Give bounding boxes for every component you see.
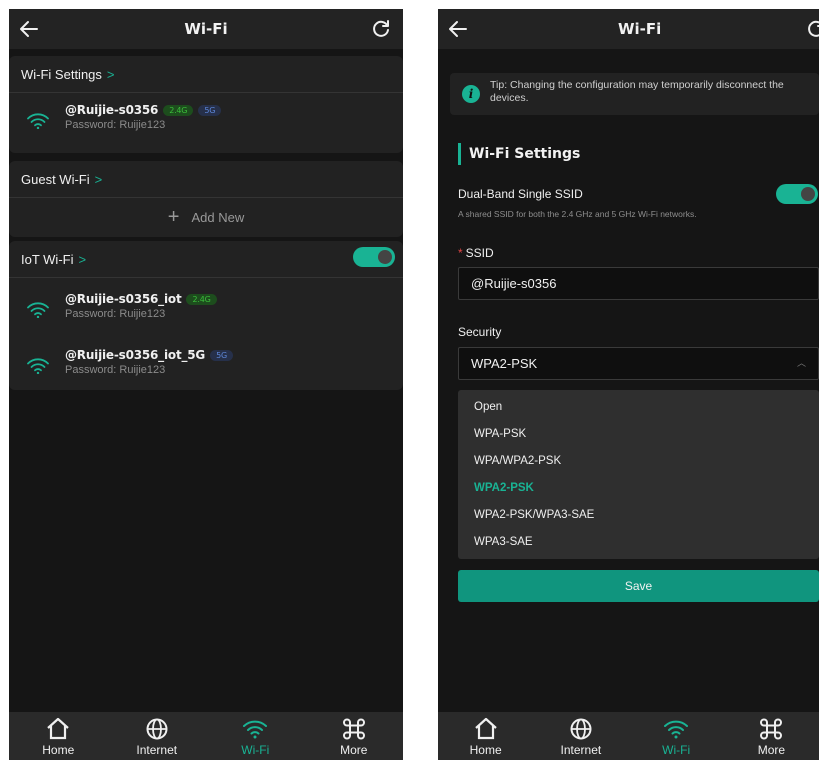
tab-label: Home [469, 743, 502, 757]
info-icon: i [462, 85, 480, 103]
wifi-settings-title: Wi-Fi Settings [21, 66, 102, 82]
tab-home[interactable]: Home [438, 712, 533, 760]
dual-band-toggle[interactable] [776, 184, 818, 204]
tab-more[interactable]: More [305, 712, 404, 760]
ssid-name: @Ruijie-s0356 2.4G 5G [65, 103, 222, 117]
section-title: Wi-Fi Settings [458, 143, 580, 165]
security-option-wpa-psk[interactable]: WPA-PSK [458, 421, 819, 448]
bottom-tab-bar: Home Internet Wi-Fi More [438, 712, 819, 760]
wifi-icon [664, 720, 689, 739]
iot-wifi-link[interactable]: IoT Wi-Fi > [9, 241, 403, 277]
toggle-knob [801, 187, 815, 201]
tab-wifi[interactable]: Wi-Fi [629, 712, 724, 760]
badge-2-4g: 2.4G [186, 294, 217, 305]
page-title: Wi-Fi [184, 20, 228, 38]
ssid-password: Password: Ruijie123 [65, 364, 166, 376]
tip-banner: i Tip: Changing the configuration may te… [450, 73, 819, 115]
chevron-up-icon: ︿ [796, 358, 806, 368]
ssid-password: Password: Ruijie123 [65, 119, 166, 131]
bottom-tab-bar: Home Internet Wi-Fi More [9, 712, 403, 760]
wifi-settings-screen: Wi-Fi i Tip: Changing the configuration … [438, 9, 819, 760]
guest-wifi-card: Guest Wi-Fi > + Add New [9, 161, 403, 237]
ssid-row-iot-5g[interactable]: @Ruijie-s0356_iot_5G 5G Password: Ruijie1… [9, 338, 403, 384]
globe-icon [146, 718, 168, 740]
tab-label: Wi-Fi [662, 743, 691, 757]
toggle-knob [378, 250, 392, 264]
security-dropdown: Open WPA-PSK WPA/WPA2-PSK WPA2-PSK WPA2-… [458, 390, 819, 559]
ssid-name: @Ruijie-s0356_iot_5G 5G [65, 348, 233, 362]
page-title: Wi-Fi [618, 20, 662, 38]
top-bar: Wi-Fi [9, 9, 403, 49]
wifi-icon [243, 720, 268, 739]
security-option-wpa-wpa2-psk[interactable]: WPA/WPA2-PSK [458, 448, 819, 475]
badge-5g: 5G [198, 105, 222, 116]
tab-wifi[interactable]: Wi-Fi [206, 712, 305, 760]
ssid-label: * SSID [458, 246, 494, 260]
tab-label: More [757, 743, 786, 757]
refresh-icon[interactable] [369, 17, 393, 41]
tab-internet[interactable]: Internet [108, 712, 207, 760]
chevron-right-icon: > [94, 171, 103, 187]
ssid-input[interactable]: @Ruijie-s0356 [458, 267, 819, 300]
security-select[interactable]: WPA2-PSK ︿ [458, 347, 819, 380]
wifi-settings-link[interactable]: Wi-Fi Settings > [9, 56, 403, 92]
dual-band-description: A shared SSID for both the 2.4 GHz and 5… [458, 209, 697, 219]
security-option-open[interactable]: Open [458, 394, 819, 421]
tab-internet[interactable]: Internet [533, 712, 628, 760]
security-option-wpa2-wpa3[interactable]: WPA2-PSK/WPA3-SAE [458, 502, 819, 529]
iot-wifi-card: IoT Wi-Fi > @Ruijie-s0356_iot 2.4G Passwo… [9, 241, 403, 390]
ssid-password: Password: Ruijie123 [65, 308, 166, 320]
ssid-row-main[interactable]: @Ruijie-s0356 2.4G 5G Password: Ruijie123 [9, 93, 403, 139]
back-arrow-icon[interactable] [17, 17, 41, 41]
tab-label: Wi-Fi [241, 743, 270, 757]
wifi-icon [27, 113, 49, 129]
top-bar: Wi-Fi [438, 9, 819, 49]
wifi-icon [27, 358, 49, 374]
tab-label: More [340, 743, 368, 757]
command-icon [760, 718, 783, 740]
back-arrow-icon[interactable] [446, 17, 470, 41]
save-button[interactable]: Save [458, 570, 819, 602]
security-label: Security [458, 325, 502, 339]
refresh-icon[interactable] [804, 17, 819, 41]
chevron-right-icon: > [78, 251, 87, 267]
globe-icon [570, 718, 592, 740]
ssid-row-iot[interactable]: @Ruijie-s0356_iot 2.4G Password: Ruijie12… [9, 282, 403, 328]
guest-wifi-title: Guest Wi-Fi [21, 171, 90, 187]
badge-5g: 5G [210, 350, 233, 361]
tip-text: Tip: Changing the configuration may temp… [490, 79, 784, 104]
security-option-wpa2-psk[interactable]: WPA2-PSK [458, 475, 819, 502]
tab-more[interactable]: More [724, 712, 819, 760]
divider [9, 277, 403, 278]
add-new-button[interactable]: + Add New [9, 198, 403, 236]
badge-2-4g: 2.4G [163, 105, 194, 116]
tab-label: Internet [560, 743, 602, 757]
plus-icon: + [167, 205, 180, 228]
chevron-right-icon: > [106, 66, 115, 82]
security-value: WPA2-PSK [471, 356, 538, 371]
guest-wifi-link[interactable]: Guest Wi-Fi > [9, 161, 403, 197]
home-icon [474, 717, 497, 740]
add-new-label: Add New [191, 209, 245, 225]
ssid-name: @Ruijie-s0356_iot 2.4G [65, 292, 217, 306]
wifi-overview-screen: Wi-Fi Wi-Fi Settings > @Ruijie-s0356 2.4G… [9, 9, 403, 760]
wifi-settings-card: Wi-Fi Settings > @Ruijie-s0356 2.4G 5G Pas… [9, 56, 403, 153]
required-mark: * [458, 246, 463, 260]
iot-wifi-toggle[interactable] [353, 247, 395, 267]
security-option-wpa3-sae[interactable]: WPA3-SAE [458, 529, 819, 556]
home-icon [47, 717, 69, 740]
dual-band-label: Dual-Band Single SSID [458, 187, 583, 201]
tab-home[interactable]: Home [9, 712, 108, 760]
tab-label: Internet [136, 743, 178, 757]
command-icon [342, 718, 365, 740]
tab-label: Home [42, 743, 75, 757]
iot-wifi-title: IoT Wi-Fi [21, 251, 74, 267]
wifi-icon [27, 302, 49, 318]
